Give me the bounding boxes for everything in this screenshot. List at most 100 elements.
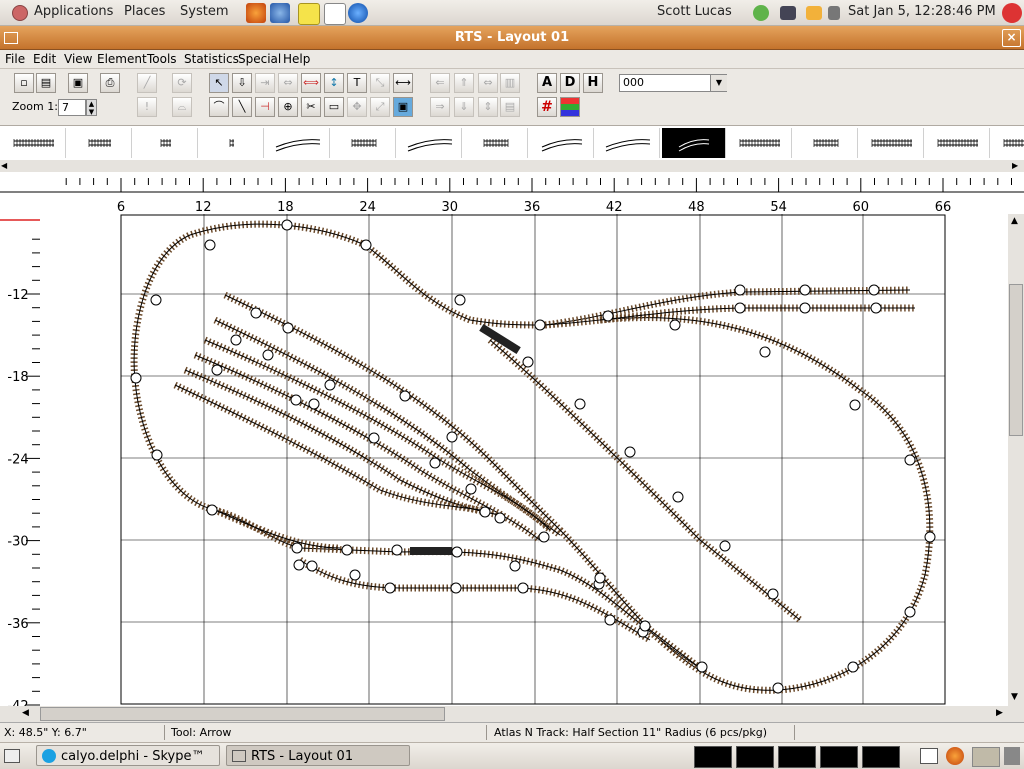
track-palette-item[interactable] <box>2 128 66 158</box>
height-icon[interactable]: ↕ <box>324 73 344 93</box>
zoom-spinner[interactable]: ▲ ▼ <box>86 99 97 116</box>
open-file-icon[interactable]: ▤ <box>36 73 56 93</box>
draw-line-icon[interactable]: ╲ <box>232 97 252 117</box>
text-tool-icon[interactable]: T <box>347 73 367 93</box>
layer-d-button[interactable]: D <box>560 73 580 93</box>
menu-edit[interactable]: Edit <box>33 52 56 66</box>
align-down-icon[interactable]: ⇓ <box>454 97 474 117</box>
move-tool-icon[interactable]: ✥ <box>347 97 367 117</box>
track-palette-item[interactable] <box>530 128 594 158</box>
thunderbird-launcher-icon[interactable] <box>270 3 290 23</box>
swap-monitor-graph[interactable] <box>820 746 858 768</box>
notes-launcher-icon[interactable] <box>298 3 320 25</box>
track-palette-item[interactable] <box>398 128 462 158</box>
chat-status-icon[interactable] <box>753 5 769 21</box>
signal-tool-icon[interactable]: ⊣ <box>255 97 275 117</box>
browser-launcher-icon[interactable] <box>348 3 368 23</box>
tunnel-tool-icon[interactable]: ⌒ <box>209 97 229 117</box>
places-menu[interactable]: Places <box>124 4 165 19</box>
scroll-left-icon[interactable]: ◀ <box>1 161 7 170</box>
menu-tools[interactable]: Tools <box>147 52 177 66</box>
join-icon[interactable]: ⇔ <box>278 73 298 93</box>
track-palette-item[interactable] <box>926 128 990 158</box>
align-left-icon[interactable]: ⇐ <box>430 73 450 93</box>
firefox-task-icon[interactable] <box>946 747 964 765</box>
align-middle-icon[interactable]: ⇕ <box>478 97 498 117</box>
zoom-input[interactable]: 7 <box>58 99 86 116</box>
track-layout-drawing[interactable] <box>40 214 1008 706</box>
print-icon[interactable]: ⎙ <box>100 73 120 93</box>
menu-statistics[interactable]: Statistics <box>184 52 239 66</box>
insert-track-icon[interactable]: ⇩ <box>232 73 252 93</box>
arrow-tool-icon[interactable]: ↖ <box>209 73 229 93</box>
diagonal-tool-icon[interactable]: ⤡ <box>370 73 390 93</box>
window-list-icon[interactable] <box>920 748 938 764</box>
menu-element[interactable]: Element <box>97 52 147 66</box>
align-right-icon[interactable]: ⇒ <box>430 97 450 117</box>
window-titlebar[interactable]: RTS - Layout 01 × <box>0 26 1024 50</box>
network-monitor-graph[interactable] <box>778 746 816 768</box>
new-file-icon[interactable]: ▫ <box>14 73 34 93</box>
close-button[interactable]: × <box>1002 29 1021 47</box>
stretch-tool-icon[interactable]: ⤢ <box>370 97 390 117</box>
connect-icon[interactable]: ⇥ <box>255 73 275 93</box>
track-palette-item[interactable] <box>332 128 396 158</box>
measure-tool-icon[interactable]: ⟷ <box>393 73 413 93</box>
load-monitor-graph[interactable] <box>862 746 900 768</box>
show-desktop-icon[interactable] <box>4 749 20 763</box>
system-menu[interactable]: System <box>180 4 228 19</box>
layer-a-button[interactable]: A <box>537 73 557 93</box>
layer-h-button[interactable]: H <box>583 73 603 93</box>
menu-special[interactable]: Special <box>238 52 281 66</box>
picture-tool-icon[interactable]: ▣ <box>393 97 413 117</box>
track-palette-item[interactable] <box>596 128 660 158</box>
align-center-icon[interactable]: ⇔ <box>478 73 498 93</box>
trash-icon[interactable] <box>1004 747 1020 765</box>
vertical-scrollbar[interactable]: ▲ ▼ <box>1008 214 1024 706</box>
applications-menu[interactable]: Applications <box>34 4 113 19</box>
vertical-scroll-thumb[interactable] <box>1009 284 1023 436</box>
messages-icon[interactable] <box>806 6 822 20</box>
distribute-h-icon[interactable]: ▥ <box>500 73 520 93</box>
menu-view[interactable]: View <box>64 52 92 66</box>
track-palette-item[interactable] <box>662 128 726 158</box>
task-rts[interactable]: RTS - Layout 01 <box>226 745 410 766</box>
scroll-up-icon[interactable]: ▲ <box>1011 216 1018 226</box>
scroll-down-icon[interactable]: ▼ <box>1011 692 1018 702</box>
save-icon[interactable]: ▣ <box>68 73 88 93</box>
cpu-monitor-graph[interactable] <box>694 746 732 768</box>
user-name[interactable]: Scott Lucas <box>657 4 732 19</box>
track-palette-item[interactable] <box>860 128 924 158</box>
menu-file[interactable]: File <box>5 52 25 66</box>
horizontal-scrollbar[interactable]: ◀ ▶ <box>0 706 1024 722</box>
firefox-launcher-icon[interactable] <box>246 3 266 23</box>
color-layers-icon[interactable] <box>560 97 580 117</box>
chevron-down-icon[interactable]: ▼ <box>710 75 727 91</box>
distribute-v-icon[interactable]: ▤ <box>500 97 520 117</box>
scroll-right-icon[interactable]: ▶ <box>1012 161 1018 170</box>
grid-icon[interactable]: # <box>537 97 557 117</box>
track-palette-item[interactable] <box>992 128 1024 158</box>
network-icon[interactable] <box>780 6 796 20</box>
track-palette-item[interactable] <box>794 128 858 158</box>
memory-monitor-graph[interactable] <box>736 746 774 768</box>
track-palette-item[interactable] <box>464 128 528 158</box>
align-up-icon[interactable]: ⇑ <box>454 73 474 93</box>
track-palette-item[interactable] <box>68 128 132 158</box>
workspace-switcher[interactable] <box>972 747 1000 767</box>
horizontal-scroll-thumb[interactable] <box>40 707 445 721</box>
track-palette-item[interactable] <box>134 128 198 158</box>
flex-track-icon[interactable]: ⟺ <box>301 73 321 93</box>
document-launcher-icon[interactable] <box>324 3 346 25</box>
scroll-right-icon[interactable]: ▶ <box>996 708 1003 718</box>
scroll-left-icon[interactable]: ◀ <box>22 708 29 718</box>
menu-help[interactable]: Help <box>283 52 310 66</box>
cut-tool-icon[interactable]: ✂ <box>301 97 321 117</box>
task-skype[interactable]: calyo.delphi - Skype™ <box>36 745 220 766</box>
track-palette-item[interactable] <box>728 128 792 158</box>
shutdown-icon[interactable] <box>1002 3 1022 23</box>
track-palette-item[interactable] <box>266 128 330 158</box>
track-piece-icon[interactable]: ▭ <box>324 97 344 117</box>
clock[interactable]: Sat Jan 5, 12:28:46 PM <box>848 4 996 19</box>
volume-icon[interactable] <box>828 6 840 20</box>
